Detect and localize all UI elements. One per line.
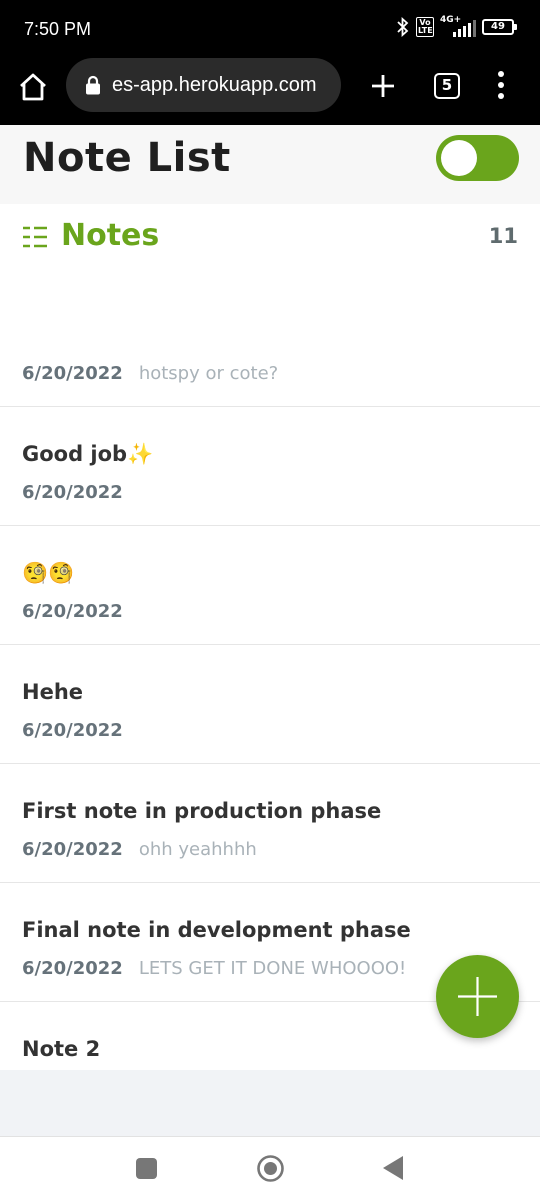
browser-toolbar: es-app.herokuapp.com 5 [0, 58, 540, 125]
system-nav-bar [0, 1136, 540, 1200]
note-date: 6/20/2022 [22, 363, 123, 384]
square-icon[interactable] [136, 1158, 157, 1179]
theme-toggle[interactable] [436, 135, 519, 181]
note-date: 6/20/2022 [22, 720, 123, 741]
note-title: Hehe [22, 680, 84, 704]
note-list-item[interactable]: 🧐🧐 6/20/2022 [0, 526, 540, 645]
status-time: 7:50 PM [24, 19, 92, 39]
notes-count: 11 [488, 224, 518, 248]
address-bar[interactable]: es-app.herokuapp.com [66, 58, 341, 112]
note-meta: 6/20/2022 [22, 482, 139, 503]
notes-title: Notes [61, 218, 160, 253]
note-date: 6/20/2022 [22, 482, 123, 503]
triangle-back-icon[interactable] [382, 1155, 404, 1181]
bluetooth-icon [397, 17, 409, 37]
note-meta: 6/20/2022 [22, 601, 139, 622]
note-preview: hotspy or cote? [138, 363, 279, 384]
note-list-item[interactable]: First note in production phase 6/20/2022 o… [0, 764, 540, 883]
signal-icon: 4G+ [440, 15, 476, 37]
notes-header: Notes 11 [0, 204, 540, 272]
note-list-item[interactable]: 6/20/2022 hotspy or cote? [0, 288, 540, 407]
volte-badge: Vo LTE [416, 17, 434, 37]
status-icons: Vo LTE 4G+ 49 [396, 15, 517, 37]
more-vert-icon[interactable] [492, 70, 510, 100]
notes-panel: 6/20/2022 hotspy or cote? Good job✨ 6/20/20… [0, 204, 540, 1070]
note-meta: 6/20/2022 ohh yeahhhh [22, 839, 257, 860]
tab-switcher-button[interactable]: 5 [434, 73, 460, 99]
screen: 7:50 PM Vo LTE 4G+ 49 es-app.herokuapp.c… [0, 0, 540, 1200]
note-list-item[interactable]: Hehe 6/20/2022 [0, 645, 540, 764]
note-title: Note 2 [22, 1037, 101, 1061]
note-meta: 6/20/2022 [22, 720, 139, 741]
add-note-button[interactable] [436, 955, 519, 1038]
note-preview: ohh yeahhhh [138, 839, 257, 860]
lock-icon [86, 75, 100, 95]
home-icon[interactable] [18, 72, 48, 102]
new-tab-icon[interactable] [369, 72, 397, 100]
status-bar: 7:50 PM Vo LTE 4G+ 49 [0, 0, 540, 58]
note-preview: LETS GET IT DONE WHOOOO! [138, 958, 407, 979]
note-meta: 6/20/2022 LETS GET IT DONE WHOOOO! [22, 958, 406, 979]
note-meta: 6/20/2022 hotspy or cote? [22, 363, 278, 384]
page-title: Note List [23, 135, 231, 181]
note-date: 6/20/2022 [22, 601, 123, 622]
toggle-knob [441, 140, 477, 176]
note-date: 6/20/2022 [22, 958, 123, 979]
list-icon [23, 226, 47, 248]
note-date: 6/20/2022 [22, 839, 123, 860]
note-title: 🧐🧐 [22, 561, 75, 585]
note-list-item[interactable]: Good job✨ 6/20/2022 [0, 407, 540, 526]
app-header: Note List [0, 125, 540, 204]
note-title: Final note in development phase [22, 918, 411, 942]
note-title: Good job✨ [22, 442, 154, 466]
circle-icon[interactable] [256, 1154, 285, 1183]
page-background [0, 1070, 540, 1136]
signal-bars [453, 20, 476, 37]
add-icon [458, 977, 497, 1016]
note-title: First note in production phase [22, 799, 382, 823]
battery-icon: 49 [482, 19, 517, 35]
url-text: es-app.herokuapp.com [112, 74, 317, 96]
